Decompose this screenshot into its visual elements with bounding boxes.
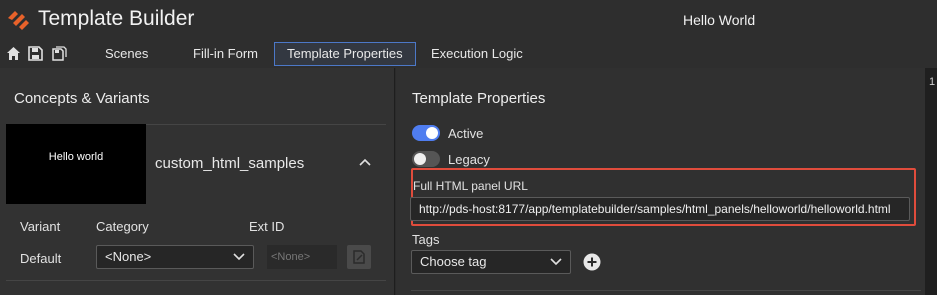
tags-select-value: Choose tag [420,254,487,269]
divider [6,280,386,281]
concepts-variants-panel: Concepts & Variants Hello world custom_h… [0,68,395,295]
home-icon[interactable] [6,46,21,61]
category-select-value: <None> [105,249,152,264]
chevron-down-icon [550,258,562,266]
toggle-knob [414,153,426,165]
ext-id-input[interactable]: <None> [267,245,337,269]
title-bar: Template Builder Hello World [0,0,937,38]
tab-fill-in-form[interactable]: Fill-in Form [180,42,271,66]
toolbar: Scenes Fill-in Form Template Properties … [0,38,937,68]
toggle-knob [426,127,438,139]
ext-id-header: Ext ID [249,219,285,234]
active-toggle[interactable] [412,125,440,141]
edit-variant-button[interactable] [347,245,371,269]
edge-label: 1 [929,76,936,88]
url-label: Full HTML panel URL [413,179,528,193]
tab-scenes[interactable]: Scenes [92,42,161,66]
tags-select[interactable]: Choose tag [411,250,571,274]
tab-template-properties[interactable]: Template Properties [274,42,416,66]
app-logo-icon [8,11,29,30]
tags-label: Tags [412,232,440,247]
document-title: Hello World [683,12,756,28]
variant-header: Variant [20,219,61,234]
category-header: Category [96,219,149,234]
concept-name: custom_html_samples [155,155,305,172]
variant-name: Default [20,251,62,266]
add-tag-icon[interactable] [583,253,601,271]
save-icon[interactable] [28,46,43,61]
html-panel-url-input[interactable]: http://pds-host:8177/app/templatebuilder… [410,197,910,221]
template-properties-title: Template Properties [412,90,546,107]
legacy-label: Legacy [448,152,490,167]
app-title: Template Builder [38,7,195,30]
chevron-down-icon [233,253,245,261]
side-panel-edge: 1 [925,68,937,295]
concepts-variants-title: Concepts & Variants [14,90,150,107]
save-as-icon[interactable] [52,46,67,61]
active-label: Active [448,126,484,141]
document-edit-icon [353,250,365,264]
thumbnail-text: Hello world [48,151,104,163]
tab-execution-logic[interactable]: Execution Logic [418,42,536,66]
category-select[interactable]: <None> [96,245,254,269]
concept-thumbnail: Hello world [6,124,146,204]
concept-row[interactable]: Hello world custom_html_samples [6,124,386,204]
divider [411,290,921,291]
legacy-toggle[interactable] [412,151,440,167]
template-properties-panel: Template Properties Active Legacy Full H… [396,68,925,295]
chevron-up-icon[interactable] [358,157,372,167]
